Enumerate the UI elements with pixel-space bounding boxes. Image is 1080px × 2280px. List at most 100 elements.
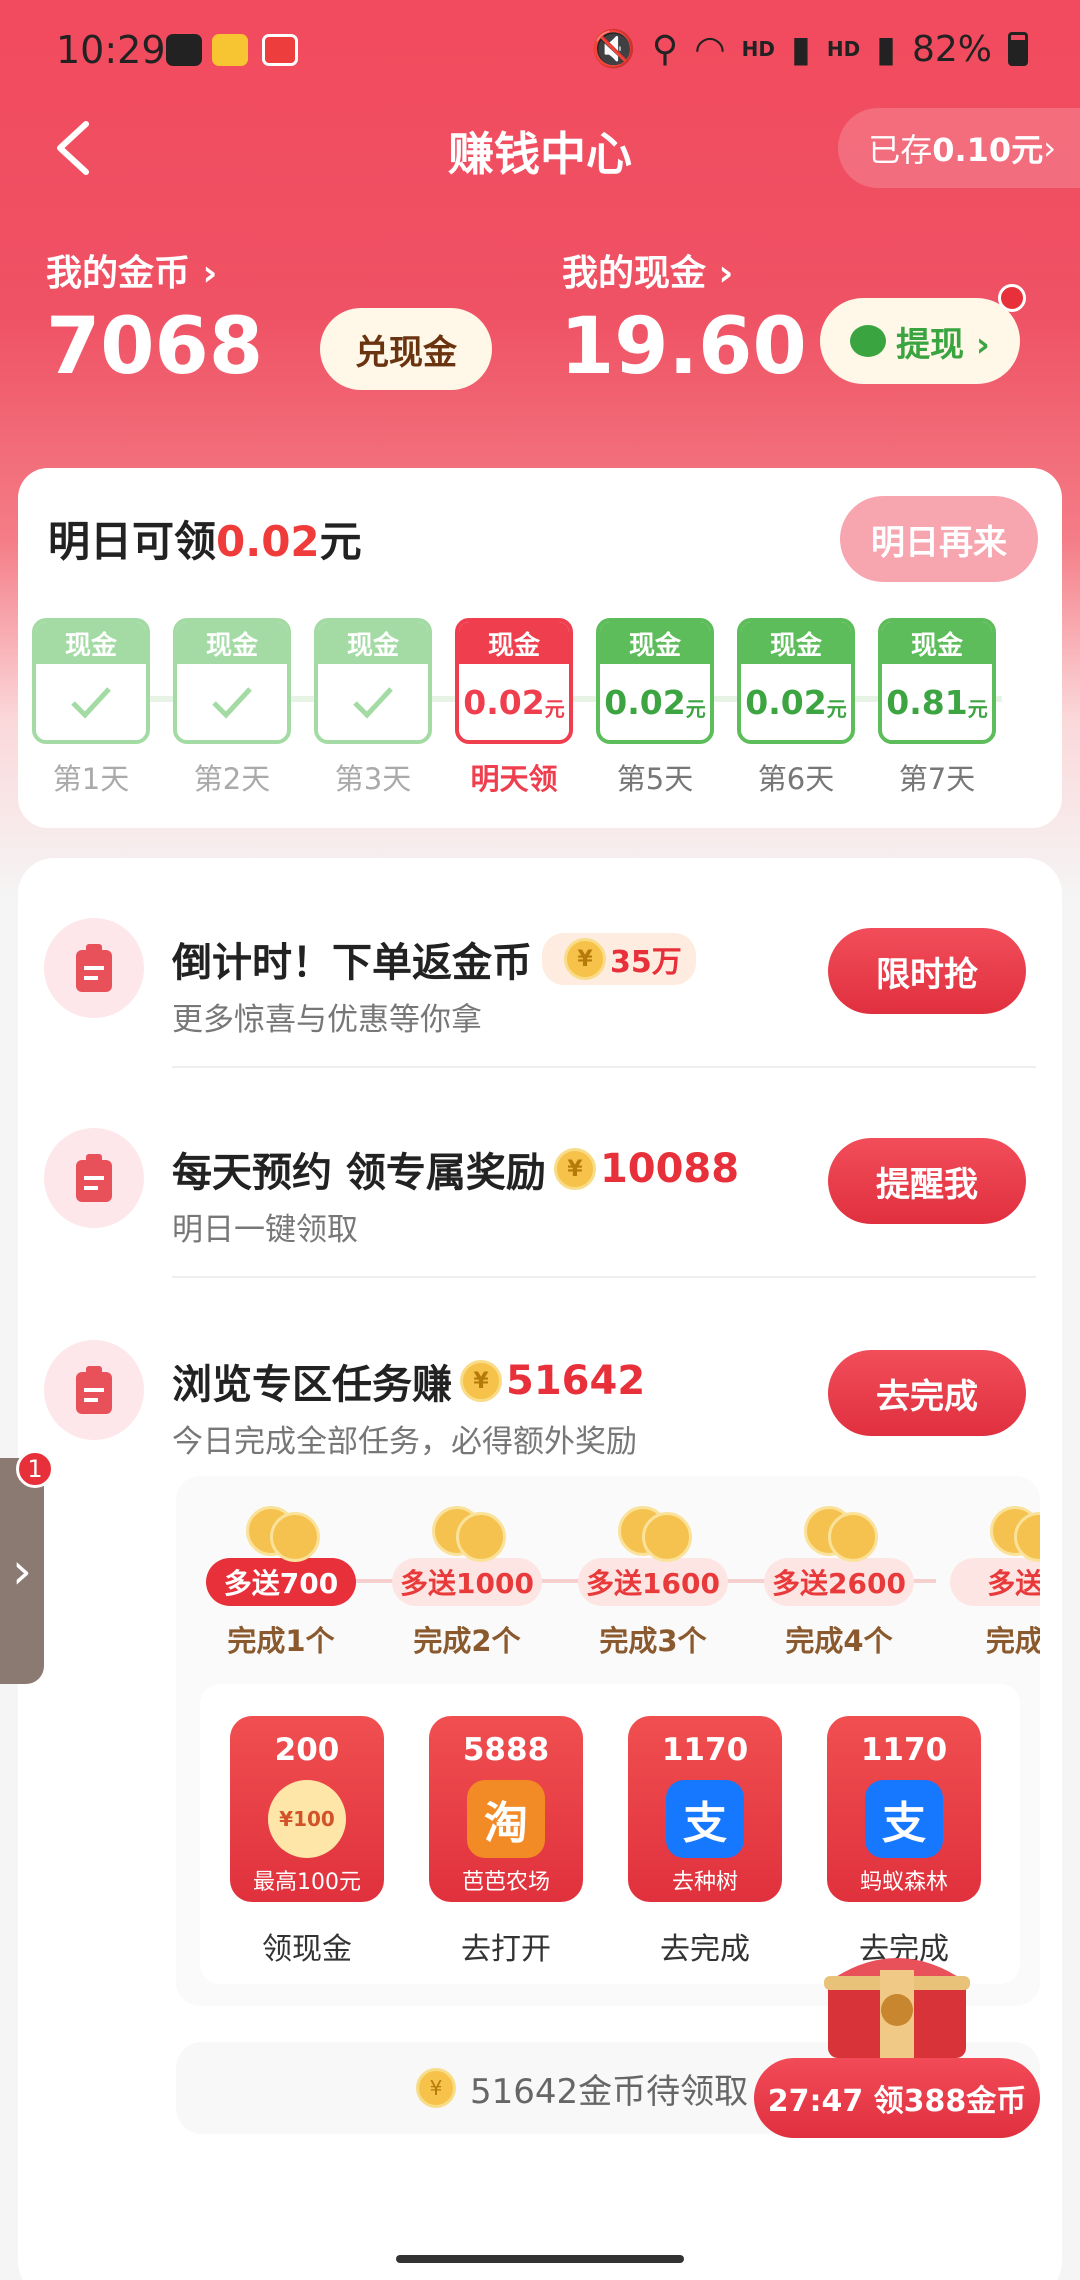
- task-progress-area: 多送700 完成1个 多送1000 完成2个 多送1600 完成3个 多送2600 完成4个多…: [176, 1476, 1040, 2006]
- shop-task[interactable]: 5888 淘芭芭农场去打开: [429, 1716, 583, 1968]
- shop-task[interactable]: 200 ¥100 最高100元 领现金: [230, 1716, 384, 1968]
- task-title-text: 倒计时！下单返金币: [172, 940, 532, 986]
- checkin-day[interactable]: 现金 0.02 元第5天: [596, 618, 714, 798]
- checkin-day-header: 现金: [177, 622, 287, 664]
- checkin-day[interactable]: 现金 0.81 元第7天: [878, 618, 996, 798]
- checkmark-icon: [71, 687, 111, 719]
- checkin-title-amount: 0.02: [216, 517, 320, 566]
- signal-icon: ▮: [791, 28, 811, 70]
- checkin-day[interactable]: 现金 0.02 元第6天: [737, 618, 855, 798]
- task-subtitle: 今日完成全部任务，必得额外奖励: [172, 1424, 637, 1460]
- shop-task-coins: 200: [274, 1732, 340, 1768]
- progress-step[interactable]: 多送1000 完成2个: [392, 1506, 542, 1660]
- shop-task-tile[interactable]: 5888 淘芭芭农场: [429, 1716, 583, 1902]
- checkin-day[interactable]: 现金 0.02 元明天领: [455, 618, 573, 798]
- task-title: 每天预约 领专属奖励 ¥10088: [172, 1140, 739, 1198]
- saved-amount-button[interactable]: 已存 0.10元 ›: [838, 108, 1080, 188]
- checkin-title-prefix: 明日可领: [48, 517, 217, 566]
- gold-coins-icon: [608, 1506, 698, 1562]
- countdown-reward-button[interactable]: 27:47 领388金币: [754, 2058, 1040, 2138]
- shop-task-tile[interactable]: 200 ¥100 最高100元: [230, 1716, 384, 1902]
- signal-hd-2: HD: [826, 37, 861, 61]
- checkin-day-unit: 元: [967, 696, 988, 721]
- task-action-button[interactable]: 限时抢: [828, 928, 1026, 1014]
- checkin-day-amount: 0.81 元: [882, 664, 992, 740]
- checkin-day-value: 0.02: [463, 682, 545, 722]
- task-reward: 51642: [506, 1358, 646, 1404]
- gold-coins-icon: [980, 1506, 1040, 1562]
- side-expand-tab[interactable]: ›: [0, 1458, 44, 1684]
- progress-label: 完成6: [985, 1624, 1040, 1658]
- checkin-card: 明日可领0.02元 明日再来 现金 第1天 现金 第2天 现金 第3天 现金 0.02 元明天领…: [18, 468, 1062, 828]
- checkin-day-value: 0.81: [886, 682, 968, 722]
- exchange-cash-button[interactable]: 兑现金: [320, 308, 492, 390]
- battery-percent: 82%: [911, 28, 992, 70]
- my-coins-link[interactable]: 我的金币 ›: [46, 244, 217, 296]
- checkin-day-box: 现金 0.02 元: [737, 618, 855, 744]
- shop-task-coins: 5888: [462, 1732, 550, 1768]
- progress-label: 完成1个: [227, 1624, 335, 1658]
- checkin-day-header: 现金: [882, 622, 992, 664]
- checkmark-icon: [212, 687, 252, 719]
- checkin-day-label: 第2天: [193, 762, 271, 796]
- checkin-day[interactable]: 现金 第1天: [32, 618, 150, 798]
- location-icon: ⚲: [651, 28, 679, 70]
- come-back-tomorrow-button[interactable]: 明日再来: [840, 496, 1038, 582]
- task-title: 倒计时！下单返金币 ¥35万: [172, 930, 696, 988]
- checkin-day-header: 现金: [318, 622, 428, 664]
- checkin-day[interactable]: 现金第2天: [173, 618, 291, 798]
- wechat-pay-icon: [850, 325, 887, 357]
- task-title-text: 浏览专区任务赚: [172, 1362, 452, 1408]
- notification-app-icon: [262, 34, 298, 66]
- shop-task-tile[interactable]: 1170 支去种树: [628, 1716, 782, 1902]
- checkin-day[interactable]: 现金第3天: [314, 618, 432, 798]
- checkin-day-box: 现金: [314, 618, 432, 744]
- task-action-button[interactable]: 提醒我: [828, 1138, 1026, 1224]
- saved-prefix: 已存: [868, 131, 933, 169]
- home-indicator[interactable]: [396, 2255, 684, 2263]
- divider: [172, 1066, 1036, 1068]
- checkin-title: 明日可领0.02元: [48, 508, 362, 569]
- shop-task-caption: 去打开: [461, 1932, 551, 1967]
- progress-step[interactable]: 多送2600 完成4个: [764, 1506, 914, 1660]
- coins-value: 7068: [46, 302, 264, 392]
- checkin-day-label: 第3天: [334, 762, 412, 796]
- checkmark-icon: [353, 687, 393, 719]
- saved-amount: 0.10元: [932, 131, 1044, 169]
- shop-task[interactable]: 1170 支去种树 去完成: [628, 1716, 782, 1968]
- treasure-chest-icon[interactable]: [816, 1940, 978, 2060]
- shop-task-sub: 芭芭农场: [461, 1870, 550, 1895]
- task-title: 浏览专区任务赚 ¥51642: [172, 1352, 645, 1410]
- shop-task-sub: 去种树: [671, 1870, 738, 1895]
- my-cash-link[interactable]: 我的现金 ›: [562, 244, 733, 296]
- progress-step[interactable]: 多送700 完成1个: [206, 1506, 356, 1660]
- coin-icon: ¥: [460, 1360, 502, 1402]
- taobao-icon: 淘: [467, 1780, 545, 1858]
- pending-coins-text: 51642金币待领取: [470, 2071, 749, 2112]
- checkin-day-value: 0.02: [745, 682, 827, 722]
- chevron-right-icon: ›: [12, 1542, 32, 1600]
- checkin-day-value: 0.02: [604, 682, 686, 722]
- side-tab-badge: 1: [16, 1450, 54, 1488]
- checkin-day-unit: 元: [685, 696, 706, 721]
- checkin-day-box: 现金: [173, 618, 291, 744]
- shop-task-coins: 1170: [860, 1732, 948, 1768]
- withdraw-button[interactable]: 提现 ›: [820, 298, 1020, 384]
- progress-bonus: 多送3: [950, 1558, 1040, 1606]
- progress-step[interactable]: 多送3 完成6: [950, 1506, 1040, 1660]
- clipboard-icon: [44, 918, 144, 1018]
- shop-task[interactable]: 1170 支蚂蚁森林 去完成: [827, 1716, 981, 1968]
- cash-value: 19.60: [560, 302, 807, 392]
- clipboard-icon: [44, 1340, 144, 1440]
- progress-bonus: 多送1600: [578, 1558, 728, 1606]
- mute-icon: 🔇: [591, 29, 636, 70]
- withdraw-label: 提现 ›: [896, 324, 990, 365]
- task-action-button[interactable]: 去完成: [828, 1350, 1026, 1436]
- progress-label: 完成3个: [599, 1624, 707, 1658]
- checkin-day-header: 现金: [459, 622, 569, 664]
- checkin-day-amount: 0.02 元: [459, 664, 569, 740]
- progress-step[interactable]: 多送1600 完成3个: [578, 1506, 728, 1660]
- shop-task-tile[interactable]: 1170 支蚂蚁森林: [827, 1716, 981, 1902]
- gold-coins-icon: [422, 1506, 512, 1562]
- progress-label: 完成4个: [785, 1624, 893, 1658]
